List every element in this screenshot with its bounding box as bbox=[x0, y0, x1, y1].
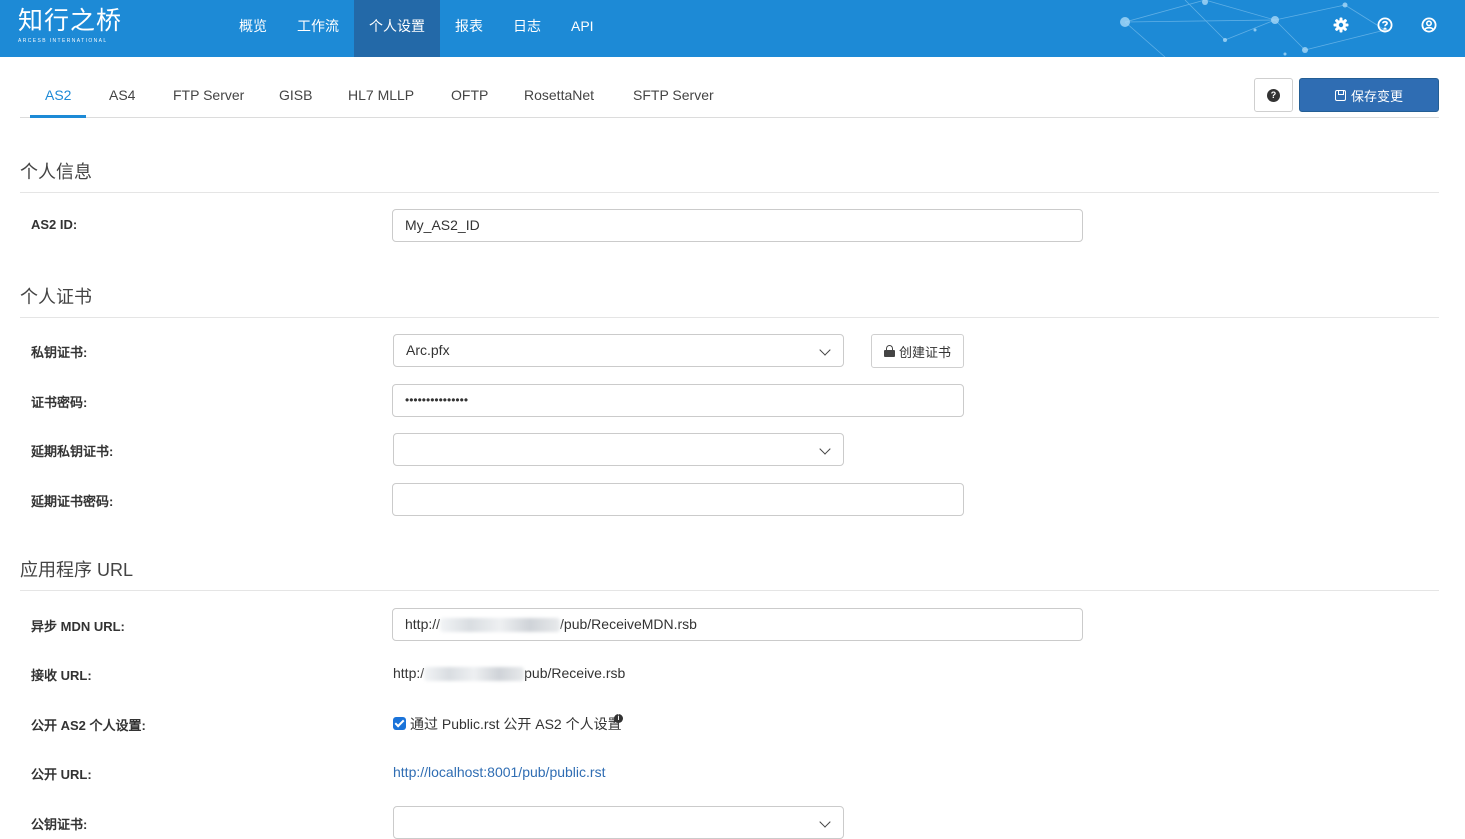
section-app-url: 应用程序 URL bbox=[20, 556, 1439, 591]
public-url-link[interactable]: http://localhost:8001/pub/public.rst bbox=[393, 764, 605, 780]
ext-private-cert-select[interactable] bbox=[393, 433, 844, 466]
async-mdn-url-prefix: http:// bbox=[405, 616, 441, 632]
info-icon[interactable]: i bbox=[614, 714, 623, 723]
brand-name-cn: 知行之桥 bbox=[18, 6, 123, 35]
save-changes-button[interactable]: 保存变更 bbox=[1299, 78, 1439, 112]
async-mdn-url-suffix: /pub/ReceiveMDN.rsb bbox=[560, 616, 697, 632]
cert-password-input[interactable]: ••••••••••••••• bbox=[392, 384, 964, 417]
chevron-down-icon bbox=[819, 344, 831, 356]
top-navbar: 知行之桥 ARCESB INTERNATIONAL 概览 工作流 个人设置 报表… bbox=[0, 0, 1465, 57]
receive-url-suffix: pub/Receive.rsb bbox=[524, 665, 626, 681]
question-icon: ? bbox=[1267, 88, 1280, 102]
receive-url-value: http:/ pub/Receive.rsb bbox=[393, 665, 626, 682]
nav-item-reports[interactable]: 报表 bbox=[440, 0, 498, 57]
tab-as4[interactable]: AS4 bbox=[94, 78, 150, 118]
public-settings-checkbox[interactable] bbox=[393, 717, 406, 730]
brand-logo[interactable]: 知行之桥 ARCESB INTERNATIONAL bbox=[18, 6, 122, 44]
private-cert-value: Arc.pfx bbox=[406, 342, 450, 358]
ext-private-cert-label: 延期私钥证书: bbox=[31, 444, 114, 459]
redacted-host bbox=[440, 618, 561, 633]
public-settings-label: 公开 AS2 个人设置: bbox=[31, 718, 146, 733]
tab-rosettanet[interactable]: RosettaNet bbox=[509, 78, 609, 118]
receive-url-label: 接收 URL: bbox=[31, 668, 92, 683]
public-url-label: 公开 URL: bbox=[31, 767, 92, 782]
section-personal-cert: 个人证书 bbox=[20, 283, 1439, 318]
as2-id-label: AS2 ID: bbox=[31, 217, 78, 232]
save-changes-label: 保存变更 bbox=[1350, 88, 1403, 104]
nav-item-workflow[interactable]: 工作流 bbox=[282, 0, 354, 57]
tab-gisb[interactable]: GISB bbox=[264, 78, 327, 118]
help-circle-icon[interactable] bbox=[1377, 17, 1393, 33]
section-personal-info: 个人信息 bbox=[20, 158, 1439, 193]
tab-sftp-server[interactable]: SFTP Server bbox=[618, 78, 729, 118]
redacted-host bbox=[424, 667, 525, 682]
tab-as2[interactable]: AS2 bbox=[30, 78, 87, 118]
lock-icon bbox=[883, 345, 895, 357]
nav-item-api[interactable]: API bbox=[556, 0, 609, 57]
chevron-down-icon bbox=[819, 816, 831, 828]
async-mdn-url-label: 异步 MDN URL: bbox=[31, 619, 125, 634]
help-button[interactable]: ? bbox=[1254, 78, 1293, 112]
tab-ftp-server[interactable]: FTP Server bbox=[158, 78, 259, 118]
public-settings-text[interactable]: 通过 Public.rst 公开 AS2 个人设置 bbox=[410, 714, 622, 734]
public-cert-label: 公钥证书: bbox=[31, 817, 88, 832]
main-nav: 概览 工作流 个人设置 报表 日志 API bbox=[224, 0, 609, 57]
top-icons bbox=[1333, 17, 1437, 33]
nav-item-logs[interactable]: 日志 bbox=[498, 0, 556, 57]
cert-password-label: 证书密码: bbox=[31, 395, 88, 410]
ext-cert-password-input[interactable] bbox=[392, 483, 964, 516]
ext-cert-password-label: 延期证书密码: bbox=[31, 494, 114, 509]
brand-name-en: ARCESB INTERNATIONAL bbox=[18, 38, 108, 44]
public-cert-select[interactable] bbox=[393, 806, 844, 839]
save-icon bbox=[1334, 89, 1346, 101]
protocol-tabs: AS2 AS4 FTP Server GISB HL7 MLLP OFTP Ro… bbox=[20, 78, 1439, 118]
tab-hl7-mllp[interactable]: HL7 MLLP bbox=[333, 78, 429, 118]
nav-item-profile[interactable]: 个人设置 bbox=[354, 0, 440, 57]
receive-url-prefix: http:/ bbox=[393, 665, 425, 681]
async-mdn-url-input[interactable]: http:// /pub/ReceiveMDN.rsb bbox=[392, 608, 1083, 641]
chevron-down-icon bbox=[819, 443, 831, 455]
tab-oftp[interactable]: OFTP bbox=[436, 78, 503, 118]
gear-icon[interactable] bbox=[1333, 17, 1349, 33]
private-cert-label: 私钥证书: bbox=[31, 345, 88, 360]
user-circle-icon[interactable] bbox=[1421, 17, 1437, 33]
as2-id-input[interactable]: My_AS2_ID bbox=[392, 209, 1083, 242]
private-cert-select[interactable]: Arc.pfx bbox=[393, 334, 844, 367]
create-cert-label: 创建证书 bbox=[898, 344, 951, 360]
create-cert-button[interactable]: 创建证书 bbox=[871, 334, 964, 368]
nav-item-overview[interactable]: 概览 bbox=[224, 0, 282, 57]
